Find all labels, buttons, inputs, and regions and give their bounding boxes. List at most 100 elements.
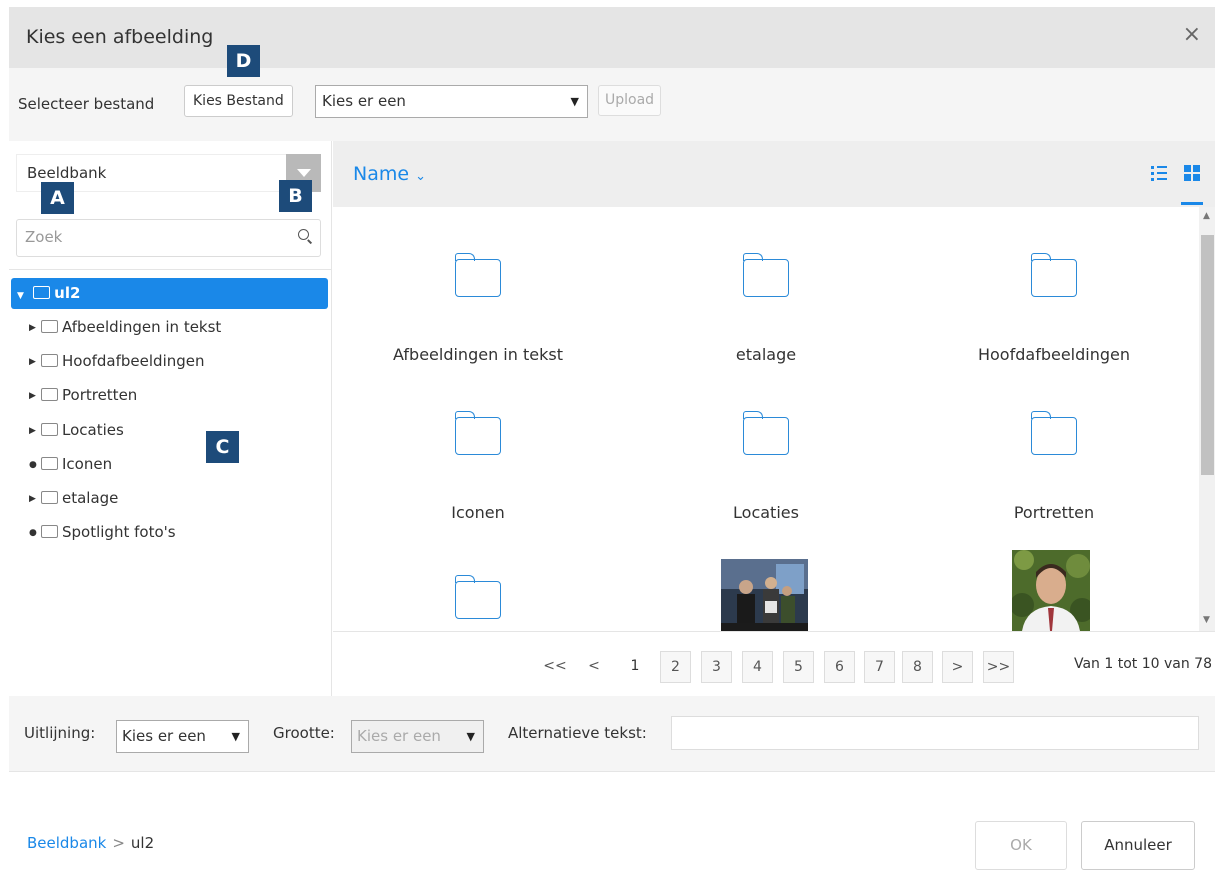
callout-a: A [41,182,74,214]
vertical-scrollbar[interactable]: ▲ ▼ [1199,207,1215,631]
page-6-button[interactable]: 6 [824,651,855,683]
tree-item-label: etalage [62,489,119,507]
sort-label: Name [353,163,410,185]
tree-item-label: Hoofdafbeeldingen [62,352,205,370]
dropdown-arrow-icon: ▼ [570,95,579,108]
size-select[interactable]: Kies er een ▼ [351,720,484,753]
close-icon[interactable]: × [1183,22,1201,47]
leaf-bullet-icon: ● [29,527,37,538]
tree-item-label: Iconen [62,455,113,473]
alignment-select[interactable]: Kies er een ▼ [116,720,249,753]
page-4-button[interactable]: 4 [742,651,773,683]
upload-button[interactable]: Upload [598,85,662,116]
expanded-caret-icon[interactable]: ▼ [17,291,24,301]
choose-file-button[interactable]: Kies Bestand [184,85,293,117]
tile-label: Portretten [1013,503,1095,522]
size-value: Kies er een [357,727,441,745]
open-folder-icon [33,286,51,299]
callout-b: B [279,180,312,212]
folder-tile[interactable] [333,575,623,619]
tree-root-label: ul2 [54,284,81,302]
expand-caret-icon[interactable]: ▶ [29,416,41,446]
image-thumbnail-group-photo[interactable] [721,559,808,631]
tile-label: etalage [735,345,797,364]
folder-icon [41,457,58,470]
tree-item-hoofdafbeeldingen[interactable]: ▶ Hoofdafbeeldingen [29,346,205,376]
folder-tile-locaties[interactable]: Locaties [621,411,911,522]
tile-label: Afbeeldingen in tekst [393,345,563,364]
sidebar: Beeldbank ▼ ul2 ▶ Afbeeldingen in tekst ▶… [9,141,332,696]
image-bank-value: Beeldbank [27,164,107,182]
active-view-indicator [1181,202,1203,205]
upload-target-select[interactable]: Kies er een ▼ [315,85,588,118]
tree-item-spotlight-fotos[interactable]: ● Spotlight foto's [29,517,176,547]
folder-tile-etalage[interactable]: etalage [621,253,911,364]
page-2-button[interactable]: 2 [660,651,691,683]
folder-tile-iconen[interactable]: Iconen [333,411,623,522]
page-3-button[interactable]: 3 [701,651,732,683]
tree-item-label: Spotlight foto's [62,523,176,541]
expand-caret-icon[interactable]: ▶ [29,347,41,377]
breadcrumb-current: ul2 [130,834,155,852]
sort-by-name-button[interactable]: Name ⌄ [353,163,426,185]
image-options-bar: Uitlijning: Kies er een ▼ Grootte: Kies … [9,696,1215,772]
result-count: Van 1 tot 10 van 78 [1073,656,1212,672]
page-8-button[interactable]: 8 [902,651,933,683]
breadcrumb-separator: > [112,834,125,852]
page-5-button[interactable]: 5 [783,651,814,683]
page-7-button[interactable]: 7 [864,651,895,683]
dialog-titlebar: Kies een afbeelding × [9,7,1215,68]
folder-tile-afbeeldingen-in-tekst[interactable]: Afbeeldingen in tekst [333,253,623,364]
browser-header: Name ⌄ [333,141,1215,207]
dialog-title: Kies een afbeelding [26,26,214,48]
tree-root-ul2[interactable]: ▼ ul2 [11,278,328,309]
last-page-button[interactable]: >> [983,651,1014,683]
image-thumbnail-portrait[interactable] [1012,550,1090,631]
expand-caret-icon[interactable]: ▶ [29,381,41,411]
expand-caret-icon[interactable]: ▶ [29,313,41,343]
folder-icon [1030,411,1077,455]
scroll-up-icon[interactable]: ▲ [1203,211,1210,221]
file-browser: Name ⌄ Afbeeldingen in tekst etalage Hoo… [333,141,1215,696]
tile-label: Hoofdafbeeldingen [977,345,1130,364]
folder-icon [41,354,58,367]
search-icon[interactable] [298,229,312,243]
previous-page-button[interactable]: < [583,651,605,683]
folder-icon [1030,253,1077,297]
search-input[interactable] [25,220,285,254]
breadcrumb: Beeldbank > ul2 [27,834,154,852]
tree-item-portretten[interactable]: ▶ Portretten [29,380,137,410]
first-page-button[interactable]: << [541,651,569,683]
folder-tile-hoofdafbeeldingen[interactable]: Hoofdafbeeldingen [909,253,1199,364]
tile-label: Iconen [451,503,505,522]
folder-icon [41,525,58,538]
folder-icon [742,411,789,455]
list-view-icon[interactable] [1151,165,1167,181]
alignment-value: Kies er een [122,727,206,745]
search-field[interactable] [16,219,321,257]
size-label: Grootte: [273,724,335,742]
ok-button[interactable]: OK [975,821,1067,870]
folder-icon [454,411,501,455]
tree-item-label: Locaties [62,421,124,439]
folder-icon [742,253,789,297]
scrollbar-thumb[interactable] [1201,235,1214,475]
tree-item-etalage[interactable]: ▶ etalage [29,483,118,513]
divider [9,269,331,270]
next-page-button[interactable]: > [942,651,973,683]
dropdown-arrow-icon: ▼ [231,730,240,743]
alt-text-label: Alternatieve tekst: [508,724,647,742]
expand-caret-icon[interactable]: ▶ [29,484,41,514]
tree-item-label: Portretten [62,386,138,404]
alignment-label: Uitlijning: [24,724,96,742]
tree-item-locaties[interactable]: ▶ Locaties [29,415,124,445]
folder-tile-portretten[interactable]: Portretten [909,411,1199,522]
tree-item-iconen[interactable]: ● Iconen [29,449,112,479]
tree-item-afbeeldingen-in-tekst[interactable]: ▶ Afbeeldingen in tekst [29,312,221,342]
alt-text-input[interactable] [671,716,1199,750]
scroll-down-icon[interactable]: ▼ [1203,615,1210,625]
grid-view-icon[interactable] [1184,165,1200,181]
cancel-button[interactable]: Annuleer [1081,821,1195,870]
breadcrumb-link-beeldbank[interactable]: Beeldbank [27,834,106,852]
upload-toolbar: Selecteer bestand Kies Bestand Kies er e… [9,68,1215,141]
